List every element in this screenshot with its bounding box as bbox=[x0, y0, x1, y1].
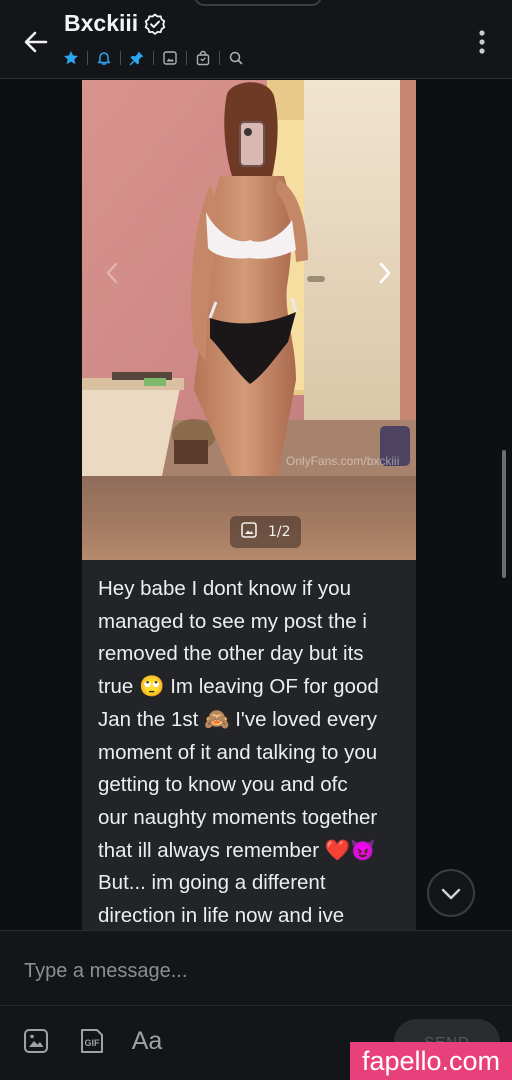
message-text-line: But... im going a different bbox=[98, 871, 326, 895]
divider bbox=[153, 51, 154, 65]
message-text-line: our naughty moments together bbox=[98, 805, 378, 829]
divider bbox=[0, 1005, 512, 1006]
watermark-badge: fapello.com bbox=[350, 1042, 512, 1080]
message-photo[interactable]: OnlyFans.com/bxckiii bbox=[82, 80, 416, 476]
message-input[interactable] bbox=[22, 955, 486, 987]
text-format-button[interactable]: Aa bbox=[130, 1027, 164, 1055]
gif-icon[interactable]: GIF bbox=[78, 1027, 106, 1055]
message-text-line: moment of it and talking to you bbox=[98, 740, 378, 764]
chat-screen: Bxckiii OnlyFans.com/bxckiii 1/2 Hey bab… bbox=[0, 0, 512, 1080]
chat-title-row[interactable]: Bxckiii bbox=[64, 10, 166, 37]
shopping-bag-icon[interactable] bbox=[194, 49, 212, 67]
divider bbox=[120, 51, 121, 65]
chevron-down-icon bbox=[441, 888, 461, 900]
image-counter-text: 1/2 bbox=[268, 524, 291, 540]
message-text: Hey babe I dont know if you managed to s… bbox=[98, 573, 404, 930]
chat-title[interactable]: Bxckiii bbox=[64, 10, 138, 37]
message-text-line: managed to see my post the i bbox=[98, 609, 367, 633]
image-icon[interactable] bbox=[161, 49, 179, 67]
scrollbar[interactable] bbox=[502, 450, 506, 578]
chat-header: Bxckiii bbox=[0, 0, 512, 79]
star-icon[interactable] bbox=[62, 49, 80, 67]
message-bubble: OnlyFans.com/bxckiii 1/2 Hey babe I dont… bbox=[82, 80, 416, 930]
pin-icon[interactable] bbox=[128, 49, 146, 67]
divider bbox=[87, 51, 88, 65]
message-text-line: that ill always remember ❤️😈 bbox=[98, 838, 376, 862]
image-counter[interactable]: 1/2 bbox=[230, 516, 301, 548]
message-text-line: getting to know you and ofc bbox=[98, 773, 348, 797]
message-text-line: Hey babe I dont know if you bbox=[98, 577, 351, 600]
device-notch bbox=[194, 0, 322, 6]
message-text-line: direction in life now and ive bbox=[98, 904, 345, 928]
divider bbox=[219, 51, 220, 65]
message-text-line: true 🙄 Im leaving OF for good bbox=[98, 675, 379, 699]
back-arrow-icon[interactable] bbox=[20, 26, 52, 58]
add-media-icon[interactable] bbox=[22, 1027, 50, 1055]
message-text-line: Jan the 1st 🙈 I've loved every bbox=[98, 707, 377, 731]
bell-icon[interactable] bbox=[95, 49, 113, 67]
previous-image-icon[interactable] bbox=[102, 258, 124, 288]
scroll-to-bottom-button[interactable] bbox=[427, 869, 475, 917]
divider bbox=[186, 51, 187, 65]
chat-actions-row bbox=[62, 49, 245, 67]
message-text-line: removed the other day but its bbox=[98, 642, 364, 666]
more-options-icon[interactable] bbox=[474, 28, 490, 58]
search-icon[interactable] bbox=[227, 49, 245, 67]
gif-label: GIF bbox=[85, 1038, 101, 1048]
gallery-icon bbox=[240, 521, 258, 543]
next-image-icon[interactable] bbox=[374, 258, 396, 288]
verified-badge-icon bbox=[144, 13, 166, 35]
image-watermark: OnlyFans.com/bxckiii bbox=[286, 454, 400, 468]
